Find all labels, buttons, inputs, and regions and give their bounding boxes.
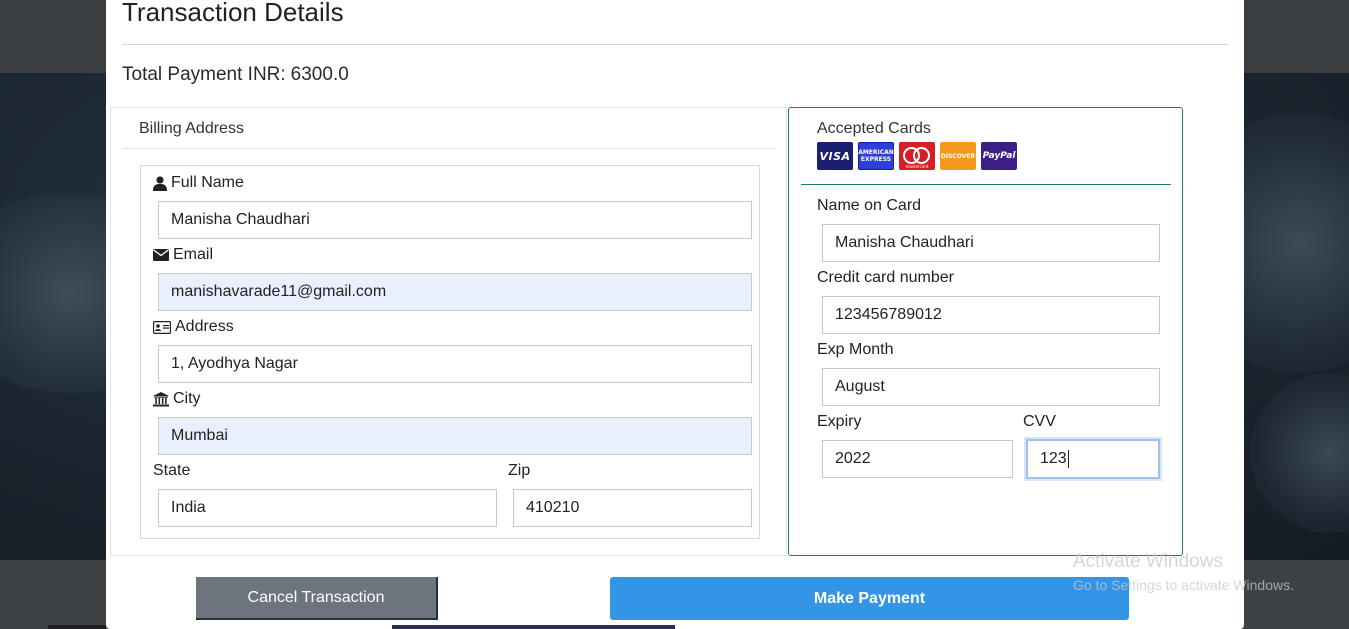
name-on-card-input[interactable]: Manisha Chaudhari: [822, 224, 1160, 262]
total-payment-label: Total Payment INR:: [122, 64, 286, 85]
state-label: State: [153, 462, 191, 479]
exp-month-label: Exp Month: [817, 341, 894, 358]
accepted-cards-logos: VISA AMERICAN EXPRESS mastercard DISCOVE…: [817, 142, 1017, 170]
state-input[interactable]: India: [158, 489, 497, 527]
cancel-transaction-button[interactable]: Cancel Transaction: [196, 577, 438, 620]
bottom-edge-left: [48, 625, 106, 629]
amex-logo-icon: AMERICAN EXPRESS: [858, 142, 894, 170]
card-number-input[interactable]: 123456789012: [822, 296, 1160, 334]
cvv-value: 123: [1040, 450, 1067, 467]
billing-form: Full Name Manisha Chaudhari Email manish…: [140, 165, 760, 539]
full-name-input[interactable]: Manisha Chaudhari: [158, 201, 752, 239]
card-number-label: Credit card number: [817, 269, 954, 286]
full-name-label-row: Full Name: [153, 174, 244, 192]
envelope-icon: [153, 249, 169, 261]
zip-label: Zip: [508, 462, 531, 479]
visa-logo-icon: VISA: [817, 142, 853, 170]
title-divider: [122, 44, 1228, 45]
cvv-input[interactable]: 123: [1026, 439, 1160, 479]
mastercard-logo-icon: mastercard: [899, 142, 935, 170]
discover-logo-icon: DISCOVER: [940, 142, 976, 170]
user-icon: [153, 175, 167, 191]
address-card-icon: [153, 320, 171, 334]
text-caret: [1067, 450, 1069, 468]
city-label-row: City: [153, 390, 201, 408]
billing-address-card: Billing Address Full Name Manisha Chaudh…: [110, 107, 787, 556]
cvv-label: CVV: [1023, 413, 1056, 430]
address-label-row: Address: [153, 318, 234, 336]
total-payment-value: 6300.0: [290, 64, 349, 85]
institution-icon: [153, 391, 169, 406]
billing-address-heading: Billing Address: [139, 120, 244, 137]
payment-divider: [801, 184, 1171, 185]
modal-title: Transaction Details: [122, 0, 344, 27]
mastercard-logo-text: mastercard: [905, 164, 929, 169]
billing-divider: [123, 148, 776, 149]
address-input[interactable]: 1, Ayodhya Nagar: [158, 345, 752, 383]
payment-card: Accepted Cards VISA AMERICAN EXPRESS mas…: [788, 107, 1183, 556]
email-input[interactable]: manishavarade11@gmail.com: [158, 273, 752, 311]
city-label: City: [173, 390, 201, 407]
total-payment: Total Payment INR: 6300.0: [122, 64, 349, 86]
expiry-input[interactable]: 2022: [822, 440, 1013, 478]
transaction-modal: Transaction Details Total Payment INR: 63…: [106, 0, 1244, 629]
email-label-row: Email: [153, 246, 213, 264]
accepted-cards-label: Accepted Cards: [817, 120, 931, 137]
email-label: Email: [173, 246, 214, 263]
city-input[interactable]: Mumbai: [158, 417, 752, 455]
expiry-label: Expiry: [817, 413, 862, 430]
paypal-logo-icon: PayPal: [981, 142, 1017, 170]
zip-input[interactable]: 410210: [513, 489, 752, 527]
make-payment-button[interactable]: Make Payment: [610, 577, 1129, 620]
bottom-edge-middle: [392, 625, 675, 629]
exp-month-input[interactable]: August: [822, 368, 1160, 406]
address-label: Address: [175, 318, 234, 335]
name-on-card-label: Name on Card: [817, 197, 922, 214]
full-name-label: Full Name: [171, 174, 244, 191]
